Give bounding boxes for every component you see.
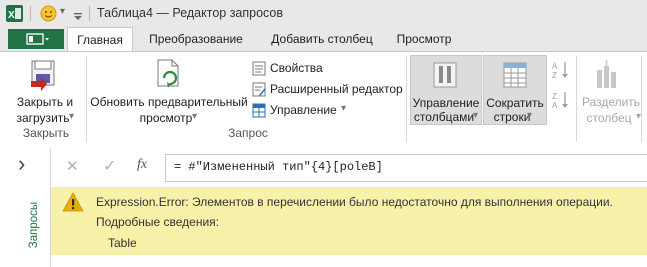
reduce-rows-button[interactable]: Сократить строки ▾	[483, 55, 547, 125]
sort-ascending-button[interactable]: AZ	[552, 60, 570, 80]
manage-columns-button[interactable]: Управление столбцами ▾	[410, 55, 482, 125]
split-column-button[interactable]: Разделить столбец ▾	[580, 56, 647, 125]
close-load-button[interactable]: Закрыть и загрузить ▾	[12, 56, 78, 125]
group-label-close: Закрыть	[22, 126, 70, 140]
accept-formula-button[interactable]: ✓	[103, 156, 116, 176]
svg-text:Z: Z	[552, 71, 557, 80]
queries-pane-label[interactable]: Запросы	[27, 193, 41, 257]
advanced-editor-icon	[252, 82, 266, 97]
refresh-preview-icon	[157, 59, 179, 88]
properties-button[interactable]: Свойства	[252, 60, 372, 78]
group-label-query: Запрос	[228, 126, 268, 140]
manage-columns-label-2: столбцами	[413, 110, 475, 124]
error-message: Expression.Error: Элементов в перечислен…	[96, 195, 613, 209]
close-load-icon	[31, 60, 55, 91]
properties-icon	[252, 61, 266, 76]
svg-text:A: A	[552, 62, 558, 71]
error-details-value: Table	[108, 236, 137, 250]
chevron-down-icon: ▾	[192, 111, 198, 122]
tab-home[interactable]: Главная	[67, 27, 133, 52]
tab-add-column[interactable]: Добавить столбец	[263, 27, 381, 51]
warning-icon	[62, 192, 84, 212]
tab-transform[interactable]: Преобразование	[140, 27, 252, 51]
manage-label: Управление	[270, 103, 337, 117]
sort-descending-button[interactable]: ZA	[552, 90, 570, 110]
advanced-editor-label: Расширенный редактор	[270, 82, 403, 96]
refresh-preview-button[interactable]: Обновить предварительный просмотр ▾	[90, 56, 248, 125]
error-details-label: Подробные сведения:	[96, 215, 220, 229]
expand-queries-button[interactable]: ›	[18, 153, 25, 175]
excel-logo-icon: X	[6, 5, 23, 22]
svg-text:X: X	[8, 10, 15, 21]
split-column-label-1: Разделить	[581, 95, 641, 109]
close-load-label-2: загрузить	[16, 111, 70, 125]
quick-access-dropdown-icon[interactable]: ▾	[60, 6, 65, 17]
chevron-down-icon: ▾	[473, 110, 479, 121]
file-menu-icon	[26, 33, 49, 45]
cancel-formula-button[interactable]: ✕	[66, 157, 79, 175]
split-column-label-2: столбец	[586, 111, 632, 125]
insert-function-button[interactable]: fx	[137, 157, 147, 173]
manage-grid-icon	[252, 103, 266, 118]
file-menu-button[interactable]	[8, 29, 64, 49]
properties-label: Свойства	[270, 61, 323, 75]
chevron-down-icon: ▾	[527, 110, 533, 121]
advanced-editor-button[interactable]: Расширенный редактор	[252, 81, 403, 99]
sort-ascending-icon: AZ	[552, 62, 568, 80]
smiley-feedback-icon[interactable]	[40, 5, 57, 22]
close-load-label-1: Закрыть и	[16, 95, 74, 109]
chevron-down-icon: ▾	[341, 103, 347, 114]
svg-text:Z: Z	[552, 92, 557, 101]
sort-descending-icon: ZA	[552, 92, 568, 110]
queries-pane-collapsed	[0, 148, 51, 267]
split-column-icon	[597, 60, 616, 88]
refresh-preview-label-2: просмотр	[139, 111, 193, 125]
svg-text:A: A	[552, 101, 558, 110]
manage-columns-icon	[433, 62, 457, 88]
manage-button[interactable]: Управление ▾	[252, 102, 362, 120]
window-title: Таблица4 — Редактор запросов	[97, 6, 284, 20]
reduce-rows-icon	[503, 62, 527, 88]
formula-text: = #"Измененный тип"{4}[poleB]	[174, 160, 383, 174]
chevron-down-icon: ▾	[69, 111, 75, 122]
tab-view[interactable]: Просмотр	[388, 27, 460, 51]
quick-access-customize-icon[interactable]	[73, 10, 83, 20]
formula-input[interactable]: = #"Измененный тип"{4}[poleB]	[165, 154, 647, 182]
refresh-preview-label-1: Обновить предварительный	[90, 95, 248, 109]
